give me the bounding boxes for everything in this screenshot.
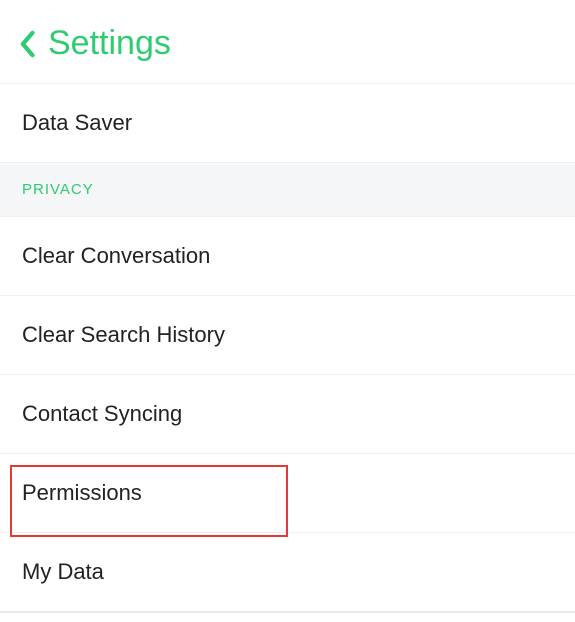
list-item-label: Permissions — [22, 480, 142, 505]
list-item-label: Data Saver — [22, 110, 132, 135]
section-header-privacy: PRIVACY — [0, 163, 575, 217]
list-item-label: Contact Syncing — [22, 401, 182, 426]
header: Settings — [0, 0, 575, 83]
list-item-my-data[interactable]: My Data — [0, 533, 575, 613]
section-header-label: PRIVACY — [22, 181, 94, 198]
list-item-label: Clear Search History — [22, 322, 225, 347]
page-title: Settings — [48, 24, 171, 63]
list-item-clear-search-history[interactable]: Clear Search History — [0, 296, 575, 375]
list-item-label: Clear Conversation — [22, 243, 210, 268]
list-item-data-saver[interactable]: Data Saver — [0, 83, 575, 163]
back-icon[interactable] — [18, 30, 36, 58]
list-item-contact-syncing[interactable]: Contact Syncing — [0, 375, 575, 454]
list-item-label: My Data — [22, 559, 104, 584]
list-item-clear-conversation[interactable]: Clear Conversation — [0, 217, 575, 296]
list-item-permissions[interactable]: Permissions — [0, 454, 575, 533]
settings-list: Data Saver PRIVACY Clear Conversation Cl… — [0, 83, 575, 613]
